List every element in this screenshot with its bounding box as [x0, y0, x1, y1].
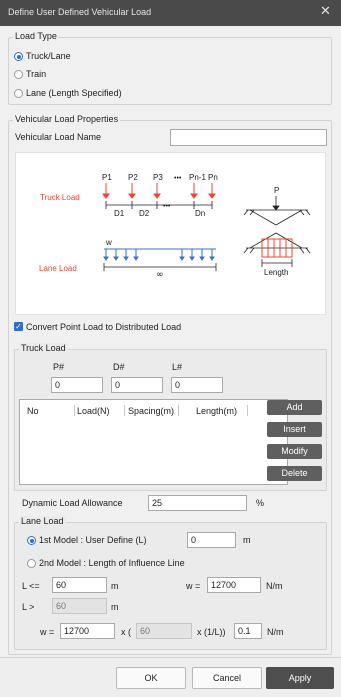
column-separator: [247, 405, 248, 416]
w2-suffix-text: x (1/L)): [197, 627, 226, 637]
influence-length-dimension: [261, 259, 293, 267]
l-number-label: L#: [172, 362, 183, 372]
truck-load-table[interactable]: No Load(N) Spacing(m) Length(m): [19, 399, 288, 485]
l-gt-label: L >: [22, 602, 35, 612]
l-gt-input: 60: [52, 598, 107, 614]
p-number-input[interactable]: 0: [51, 377, 103, 393]
w2-mid-text: x (: [121, 627, 131, 637]
truck-dimension-line: [105, 201, 213, 209]
column-header-spacing[interactable]: Spacing(m): [128, 406, 174, 416]
convert-checkbox[interactable]: ✓: [14, 322, 23, 331]
modify-button[interactable]: Modify: [267, 444, 322, 459]
apply-button[interactable]: Apply: [266, 667, 334, 689]
pn1-label: Pn-1: [189, 173, 206, 182]
w1-unit: N/m: [266, 581, 283, 591]
radio-truck-lane[interactable]: [14, 52, 23, 61]
d1-label: D1: [114, 209, 125, 218]
column-header-length[interactable]: Length(m): [196, 406, 237, 416]
d-number-input[interactable]: 0: [111, 377, 163, 393]
dn-label: Dn: [195, 209, 205, 218]
influence-sketch: [243, 196, 311, 254]
dots-mid: •••: [163, 203, 171, 210]
window-title: Define User Defined Vehicular Load: [8, 7, 152, 17]
load-name-label: Vehicular Load Name: [15, 132, 102, 142]
convert-checkbox-label[interactable]: Convert Point Load to Distributed Load: [26, 322, 181, 332]
w2-label: w =: [40, 627, 55, 637]
dla-unit: %: [256, 498, 265, 508]
radio-model1[interactable]: [27, 536, 36, 545]
radio-truck-lane-label[interactable]: Truck/Lane: [26, 51, 71, 61]
pn-label: Pn: [208, 173, 218, 182]
p2-label: P2: [128, 173, 138, 182]
load-type-legend: Load Type: [13, 31, 59, 41]
radio-model1-label[interactable]: 1st Model : User Define (L): [39, 535, 147, 545]
close-icon[interactable]: ✕: [320, 4, 331, 18]
p1-label: P1: [102, 173, 112, 182]
column-header-no[interactable]: No: [27, 406, 39, 416]
radio-model2-label[interactable]: 2nd Model : Length of Influence Line: [39, 558, 185, 568]
load-name-input[interactable]: [170, 129, 327, 146]
truck-load-legend: Truck Load: [19, 343, 68, 353]
lane-w-label: w: [105, 238, 112, 247]
ok-button[interactable]: OK: [116, 667, 186, 689]
l-gt-unit: m: [111, 602, 119, 612]
column-header-load[interactable]: Load(N): [77, 406, 110, 416]
column-separator: [124, 405, 125, 416]
l-number-input[interactable]: 0: [171, 377, 223, 393]
radio-model2[interactable]: [27, 559, 36, 568]
d-number-label: D#: [113, 362, 125, 372]
column-separator: [74, 405, 75, 416]
cancel-button[interactable]: Cancel: [192, 667, 262, 689]
w2-unit: N/m: [267, 627, 284, 637]
l-le-unit: m: [111, 581, 119, 591]
radio-lane-length[interactable]: [14, 89, 23, 98]
dla-label: Dynamic Load Allowance: [22, 498, 123, 508]
l-le-input[interactable]: 60: [52, 577, 107, 593]
side-p-label: P: [274, 186, 279, 195]
l-le-label: L <=: [22, 581, 40, 591]
lane-load-label: Lane Load: [39, 264, 77, 273]
dots-top: •••: [174, 175, 182, 182]
lane-load-legend: Lane Load: [19, 516, 66, 526]
load-diagram-svg: Truck Load Lane Load P1 P2 P3 ••• Pn-1 P…: [39, 173, 311, 280]
radio-train[interactable]: [14, 70, 23, 79]
lane-load-arrows: [103, 248, 216, 261]
truck-load-label: Truck Load: [40, 193, 80, 202]
model1-unit: m: [243, 535, 251, 545]
radio-lane-length-label[interactable]: Lane (Length Specified): [26, 88, 122, 98]
w2-length-disabled-input: 60: [136, 623, 192, 639]
column-separator: [178, 405, 179, 416]
w2-factor-input[interactable]: 0.1: [234, 623, 262, 639]
model1-length-input[interactable]: 0: [187, 532, 236, 548]
d2-label: D2: [139, 209, 150, 218]
w1-label: w =: [186, 581, 201, 591]
p3-label: P3: [153, 173, 163, 182]
point-load-arrows: [102, 183, 216, 199]
radio-train-label[interactable]: Train: [26, 69, 46, 79]
w2-input[interactable]: 12700: [60, 623, 115, 639]
side-length-label: Length: [264, 268, 288, 277]
insert-button[interactable]: Insert: [267, 422, 322, 437]
delete-button[interactable]: Delete: [267, 466, 322, 481]
p-number-label: P#: [53, 362, 65, 372]
lane-infinity-label: ∞: [156, 270, 164, 280]
w1-input[interactable]: 12700: [207, 577, 261, 593]
add-button[interactable]: Add: [267, 400, 322, 415]
dla-input[interactable]: 25: [148, 495, 247, 511]
load-diagram: Truck Load Lane Load P1 P2 P3 ••• Pn-1 P…: [15, 152, 326, 315]
vehicular-properties-legend: Vehicular Load Properties: [13, 114, 121, 124]
